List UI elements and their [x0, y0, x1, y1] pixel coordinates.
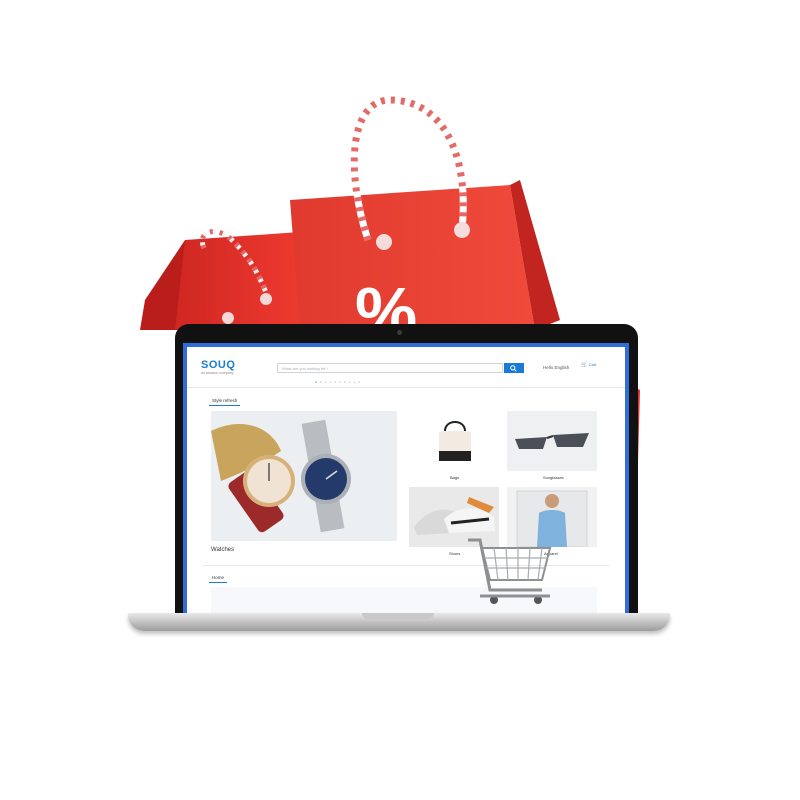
site-logo[interactable]: SOUQ	[201, 359, 235, 371]
cart-label: Cart	[588, 362, 597, 367]
search-button[interactable]	[504, 363, 524, 373]
header-cart[interactable]: 🛒 Cart	[581, 362, 596, 368]
cart-icon: 🛒	[581, 362, 588, 368]
tab-style-refresh[interactable]: Style refresh	[209, 396, 241, 406]
header-divider	[187, 387, 625, 388]
tile-bags[interactable]	[409, 411, 499, 471]
logo-tagline: an amazon company	[201, 371, 234, 375]
shopping-cart-icon	[468, 538, 552, 604]
bags-image	[439, 421, 471, 461]
tile-bags-caption: Bags	[450, 475, 460, 480]
search-input[interactable]: What are you looking for?	[277, 363, 503, 373]
tab-home[interactable]: Home	[209, 573, 228, 583]
watches-image	[211, 419, 351, 533]
shopping-bag-icon	[140, 229, 308, 330]
webcam-icon	[397, 330, 402, 335]
tile-sunglasses-caption: Sunglasses	[543, 475, 564, 480]
language-selector[interactable]: Hello English	[543, 365, 569, 370]
carousel-dots[interactable]: ●●●●●●●●●●	[315, 380, 363, 384]
laptop-screen: SOUQ an amazon company What are you look…	[183, 343, 629, 619]
tile-watches[interactable]: Watches	[211, 411, 397, 541]
tile-sunglasses[interactable]	[507, 411, 597, 471]
search-icon	[510, 365, 517, 372]
tile-watches-caption: Watches	[211, 547, 235, 553]
sunglasses-image	[515, 433, 589, 449]
laptop-notch	[362, 613, 434, 619]
shopping-bag-icon: %	[290, 96, 560, 351]
tile-shoes-caption: Shoes	[449, 551, 461, 556]
